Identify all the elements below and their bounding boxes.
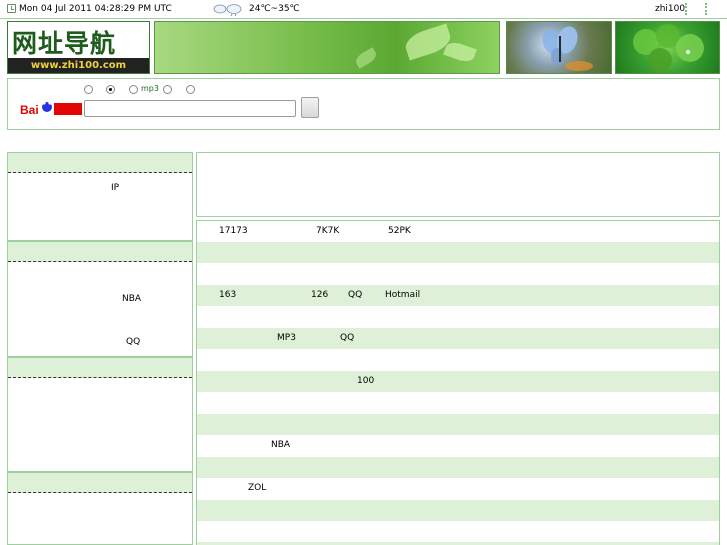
search-type-radio[interactable] [84, 85, 93, 94]
site-link-7k7k[interactable]: 7K7K [316, 226, 339, 236]
site-link-52pk[interactable]: 52PK [388, 226, 411, 236]
search-input[interactable] [84, 100, 296, 117]
list-row: MP3 QQ [197, 328, 719, 349]
nba-link[interactable]: NBA [122, 294, 141, 304]
current-datetime: Mon 04 Jul 2011 04:28:29 PM UTC [19, 4, 172, 14]
list-row [197, 350, 719, 371]
logo-url: www.zhi100.com [8, 58, 149, 73]
site-link-qq-mail[interactable]: QQ [348, 290, 362, 300]
list-row [197, 307, 719, 328]
panel-header [8, 358, 192, 378]
site-link-zol[interactable]: ZOL [248, 483, 266, 493]
search-type-radio-mp3[interactable] [129, 85, 138, 94]
panel-header [8, 153, 192, 173]
temperature-range: 24℃~35℃ [249, 4, 300, 14]
list-row [197, 242, 719, 263]
radio-label-mp3: mp3 [141, 84, 159, 93]
search-type-radio-selected[interactable] [106, 85, 115, 94]
list-row: 100 [197, 371, 719, 392]
site-link-163[interactable]: 163 [219, 290, 236, 300]
list-row: 17173 7K7K 52PK [197, 221, 719, 242]
divider [685, 3, 688, 15]
panel-header [8, 242, 192, 262]
logo-title: 网址导航 [12, 29, 117, 58]
site-link-qq-music[interactable]: QQ [340, 333, 354, 343]
svg-text:Bai: Bai [20, 103, 39, 117]
list-row [197, 264, 719, 285]
left-panel-ip: IP [7, 152, 193, 241]
butterfly-photo [506, 21, 612, 74]
clover-photo [615, 21, 720, 74]
site-links-list: 17173 7K7K 52PK 163 126 QQ Hotmail MP3 Q… [196, 220, 720, 545]
search-panel: Bai mp3 [7, 78, 720, 130]
notice-box [196, 152, 720, 217]
cloud-rain-icon [213, 4, 242, 16]
list-row [197, 393, 719, 414]
qq-link[interactable]: QQ [126, 337, 140, 347]
site-link-17173[interactable]: 17173 [219, 226, 248, 236]
top-bar: Mon 04 Jul 2011 04:28:29 PM UTC 24℃~35℃ … [0, 0, 727, 19]
site-name-link[interactable]: zhi100 [655, 4, 685, 14]
site-link-126[interactable]: 126 [311, 290, 328, 300]
clock-icon [7, 4, 16, 13]
list-row [197, 500, 719, 521]
search-button[interactable] [301, 97, 319, 118]
list-row [197, 414, 719, 435]
left-panel-3 [7, 357, 193, 472]
left-panel-4 [7, 472, 193, 545]
site-link-hotmail[interactable]: Hotmail [385, 290, 420, 300]
site-link-mp3[interactable]: MP3 [277, 333, 296, 343]
banner-image [154, 21, 500, 74]
list-row: NBA [197, 435, 719, 456]
search-type-radio[interactable] [186, 85, 195, 94]
search-type-radio[interactable] [163, 85, 172, 94]
site-logo[interactable]: 网址导航 www.zhi100.com [7, 21, 150, 74]
divider [705, 3, 708, 15]
left-panel-links: NBA QQ [7, 241, 193, 357]
site-link-100[interactable]: 100 [357, 376, 374, 386]
list-row: ZOL [197, 478, 719, 499]
ip-label[interactable]: IP [111, 183, 119, 193]
panel-header [8, 473, 192, 493]
list-row [197, 457, 719, 478]
baidu-logo-icon: Bai [20, 101, 82, 117]
site-link-nba[interactable]: NBA [271, 440, 290, 450]
list-row [197, 521, 719, 542]
list-row: 163 126 QQ Hotmail [197, 285, 719, 306]
